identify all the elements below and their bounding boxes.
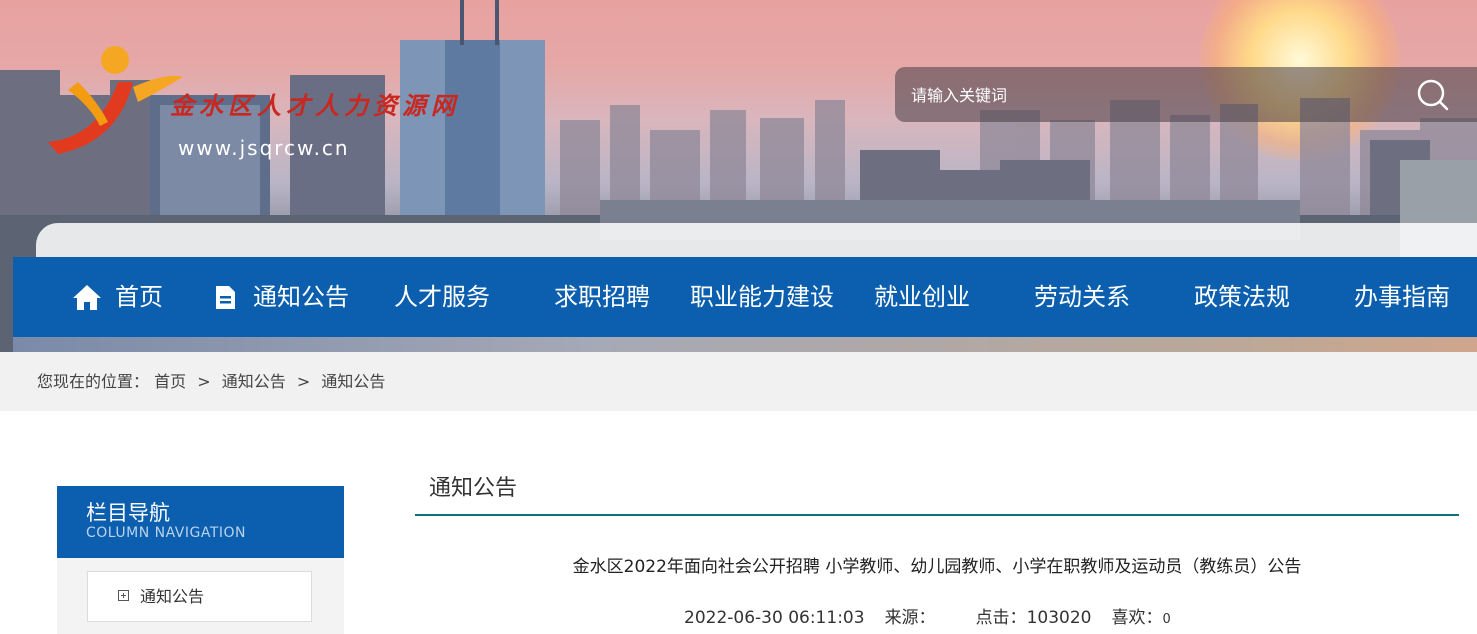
nav-item-label: 职业能力建设: [690, 283, 834, 311]
sidebar-header: 栏目导航 COLUMN NAVIGATION: [57, 486, 344, 558]
nav-lower-strip: [13, 337, 1477, 352]
breadcrumb-link-notices[interactable]: 通知公告: [222, 372, 286, 391]
nav-item-home[interactable]: 首页: [71, 257, 163, 337]
document-icon: [216, 286, 235, 309]
breadcrumb-bar: 您现在的位置： 首页 > 通知公告 > 通知公告: [0, 352, 1477, 411]
nav-item-label: 就业创业: [874, 283, 970, 311]
nav-item-policies[interactable]: 政策法规: [1194, 257, 1290, 337]
nav-item-label: 人才服务: [394, 283, 490, 311]
article-title: 金水区2022年面向社会公开招聘 小学教师、幼儿园教师、小学在职教师及运动员（教…: [572, 557, 1302, 577]
sidebar-title: 栏目导航: [86, 501, 170, 525]
site-logo: [48, 46, 183, 154]
home-icon: [73, 285, 101, 310]
nav-decoration: [36, 223, 1477, 257]
nav-item-job-recruitment[interactable]: 求职招聘: [554, 257, 650, 337]
nav-item-labor-relations[interactable]: 劳动关系: [1034, 257, 1130, 337]
sidebar-menu: 通知公告: [57, 558, 344, 634]
likes-label: 喜欢：: [1111, 608, 1163, 628]
sidebar-subtitle: COLUMN NAVIGATION: [86, 525, 247, 541]
sidebar-item-notices[interactable]: 通知公告: [87, 571, 312, 622]
nav-item-employment[interactable]: 就业创业: [874, 257, 970, 337]
site-url: www.jsqrcw.cn: [178, 136, 350, 160]
search-button[interactable]: [1415, 77, 1451, 113]
nav-item-label: 首页: [115, 283, 163, 311]
nav-item-label: 通知公告: [253, 283, 349, 311]
nav-item-service-guide[interactable]: 办事指南: [1354, 257, 1450, 337]
nav-item-vocational-skills[interactable]: 职业能力建设: [690, 257, 834, 337]
expand-icon: [118, 590, 129, 601]
source-label: 来源：: [884, 608, 936, 628]
clicks-value: 103020: [1026, 608, 1092, 628]
sidebar-item-label: 通知公告: [140, 587, 205, 606]
clicks-label: 点击：: [975, 608, 1027, 628]
likes-value: 0: [1162, 612, 1171, 627]
breadcrumb-separator: >: [197, 372, 211, 391]
nav-item-label: 求职招聘: [554, 283, 650, 311]
nav-item-label: 政策法规: [1194, 283, 1290, 311]
breadcrumb-separator: >: [296, 372, 311, 391]
main-nav: 首页 通知公告 人才服务 求职招聘 职业能力建设 就业创业 劳动关系 政策法规 …: [13, 257, 1477, 337]
breadcrumb-link-current[interactable]: 通知公告: [321, 372, 385, 391]
nav-item-talent-services[interactable]: 人才服务: [394, 257, 490, 337]
breadcrumb-prefix: 您现在的位置：: [37, 372, 150, 391]
search-icon: [1417, 79, 1449, 111]
site-name: 金水区人才人力资源网: [170, 91, 460, 120]
breadcrumb-link-home[interactable]: 首页: [154, 372, 186, 391]
search-input[interactable]: [909, 67, 1393, 124]
nav-item-label: 劳动关系: [1034, 283, 1130, 311]
article-date: 2022-06-30 06:11:03: [684, 608, 865, 628]
nav-item-notices[interactable]: 通知公告: [209, 257, 349, 337]
nav-item-label: 办事指南: [1354, 283, 1450, 311]
article-meta: 2022-06-30 06:11:03 来源： 点击：103020 喜欢：0: [684, 603, 1191, 628]
section-divider: [415, 514, 1459, 516]
breadcrumb: 您现在的位置： 首页 > 通知公告 > 通知公告: [37, 352, 385, 411]
search-bar: [895, 67, 1477, 124]
section-title: 通知公告: [429, 476, 518, 501]
